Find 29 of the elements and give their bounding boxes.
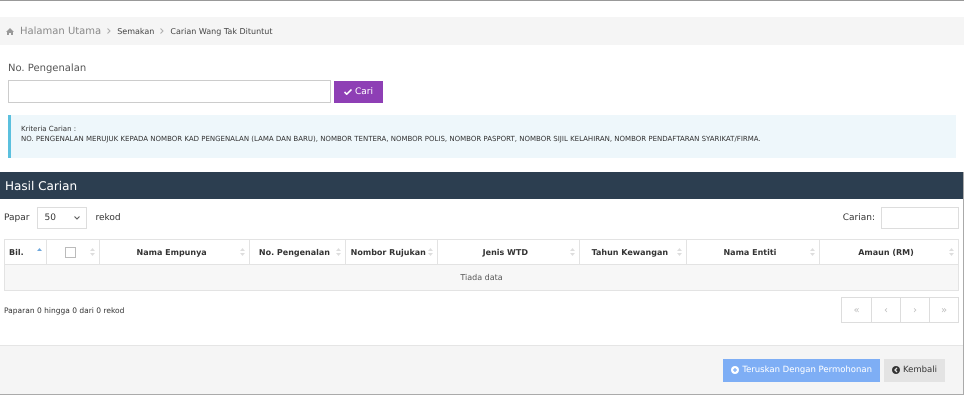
page-length-select[interactable]: 50 (37, 207, 88, 229)
column-header[interactable]: Nama Empunya (100, 240, 250, 264)
column-header[interactable]: No. Pengenalan (250, 240, 346, 264)
breadcrumb-link[interactable]: Carian Wang Tak Dituntut (170, 26, 273, 36)
column-header[interactable]: Amaun (RM) (820, 240, 958, 264)
checkbox[interactable] (64, 246, 76, 258)
home-icon (6, 28, 14, 34)
field-label: No. Pengenalan (8, 63, 88, 74)
length-label: Papar (4, 213, 30, 223)
chevron-icon (107, 28, 112, 34)
filter-field[interactable] (881, 207, 959, 229)
id-number-field[interactable] (8, 80, 331, 103)
length-label: rekod (95, 213, 121, 223)
plus-icon (731, 366, 740, 374)
column-header[interactable]: Bil. (4, 240, 47, 264)
column-header[interactable]: Jenis WTD (437, 240, 580, 264)
column-header[interactable]: Tahun Kewangan (579, 240, 686, 264)
breadcrumb-link[interactable]: Semakan (117, 26, 154, 36)
caret-icon (74, 216, 80, 220)
column-header[interactable]: Nombor Rujukan (345, 240, 438, 264)
back-icon (892, 366, 900, 374)
search-button[interactable]: Cari (334, 80, 383, 102)
chevron-icon (160, 28, 164, 34)
check-icon (344, 88, 352, 94)
back-button[interactable]: Kembali (884, 358, 945, 382)
column-header[interactable]: Nama Entiti (686, 240, 820, 264)
filter-label: Carian: (842, 213, 875, 223)
empty-table-message: Tiada data (4, 264, 958, 290)
panel-title: Hasil Carian (5, 178, 78, 192)
